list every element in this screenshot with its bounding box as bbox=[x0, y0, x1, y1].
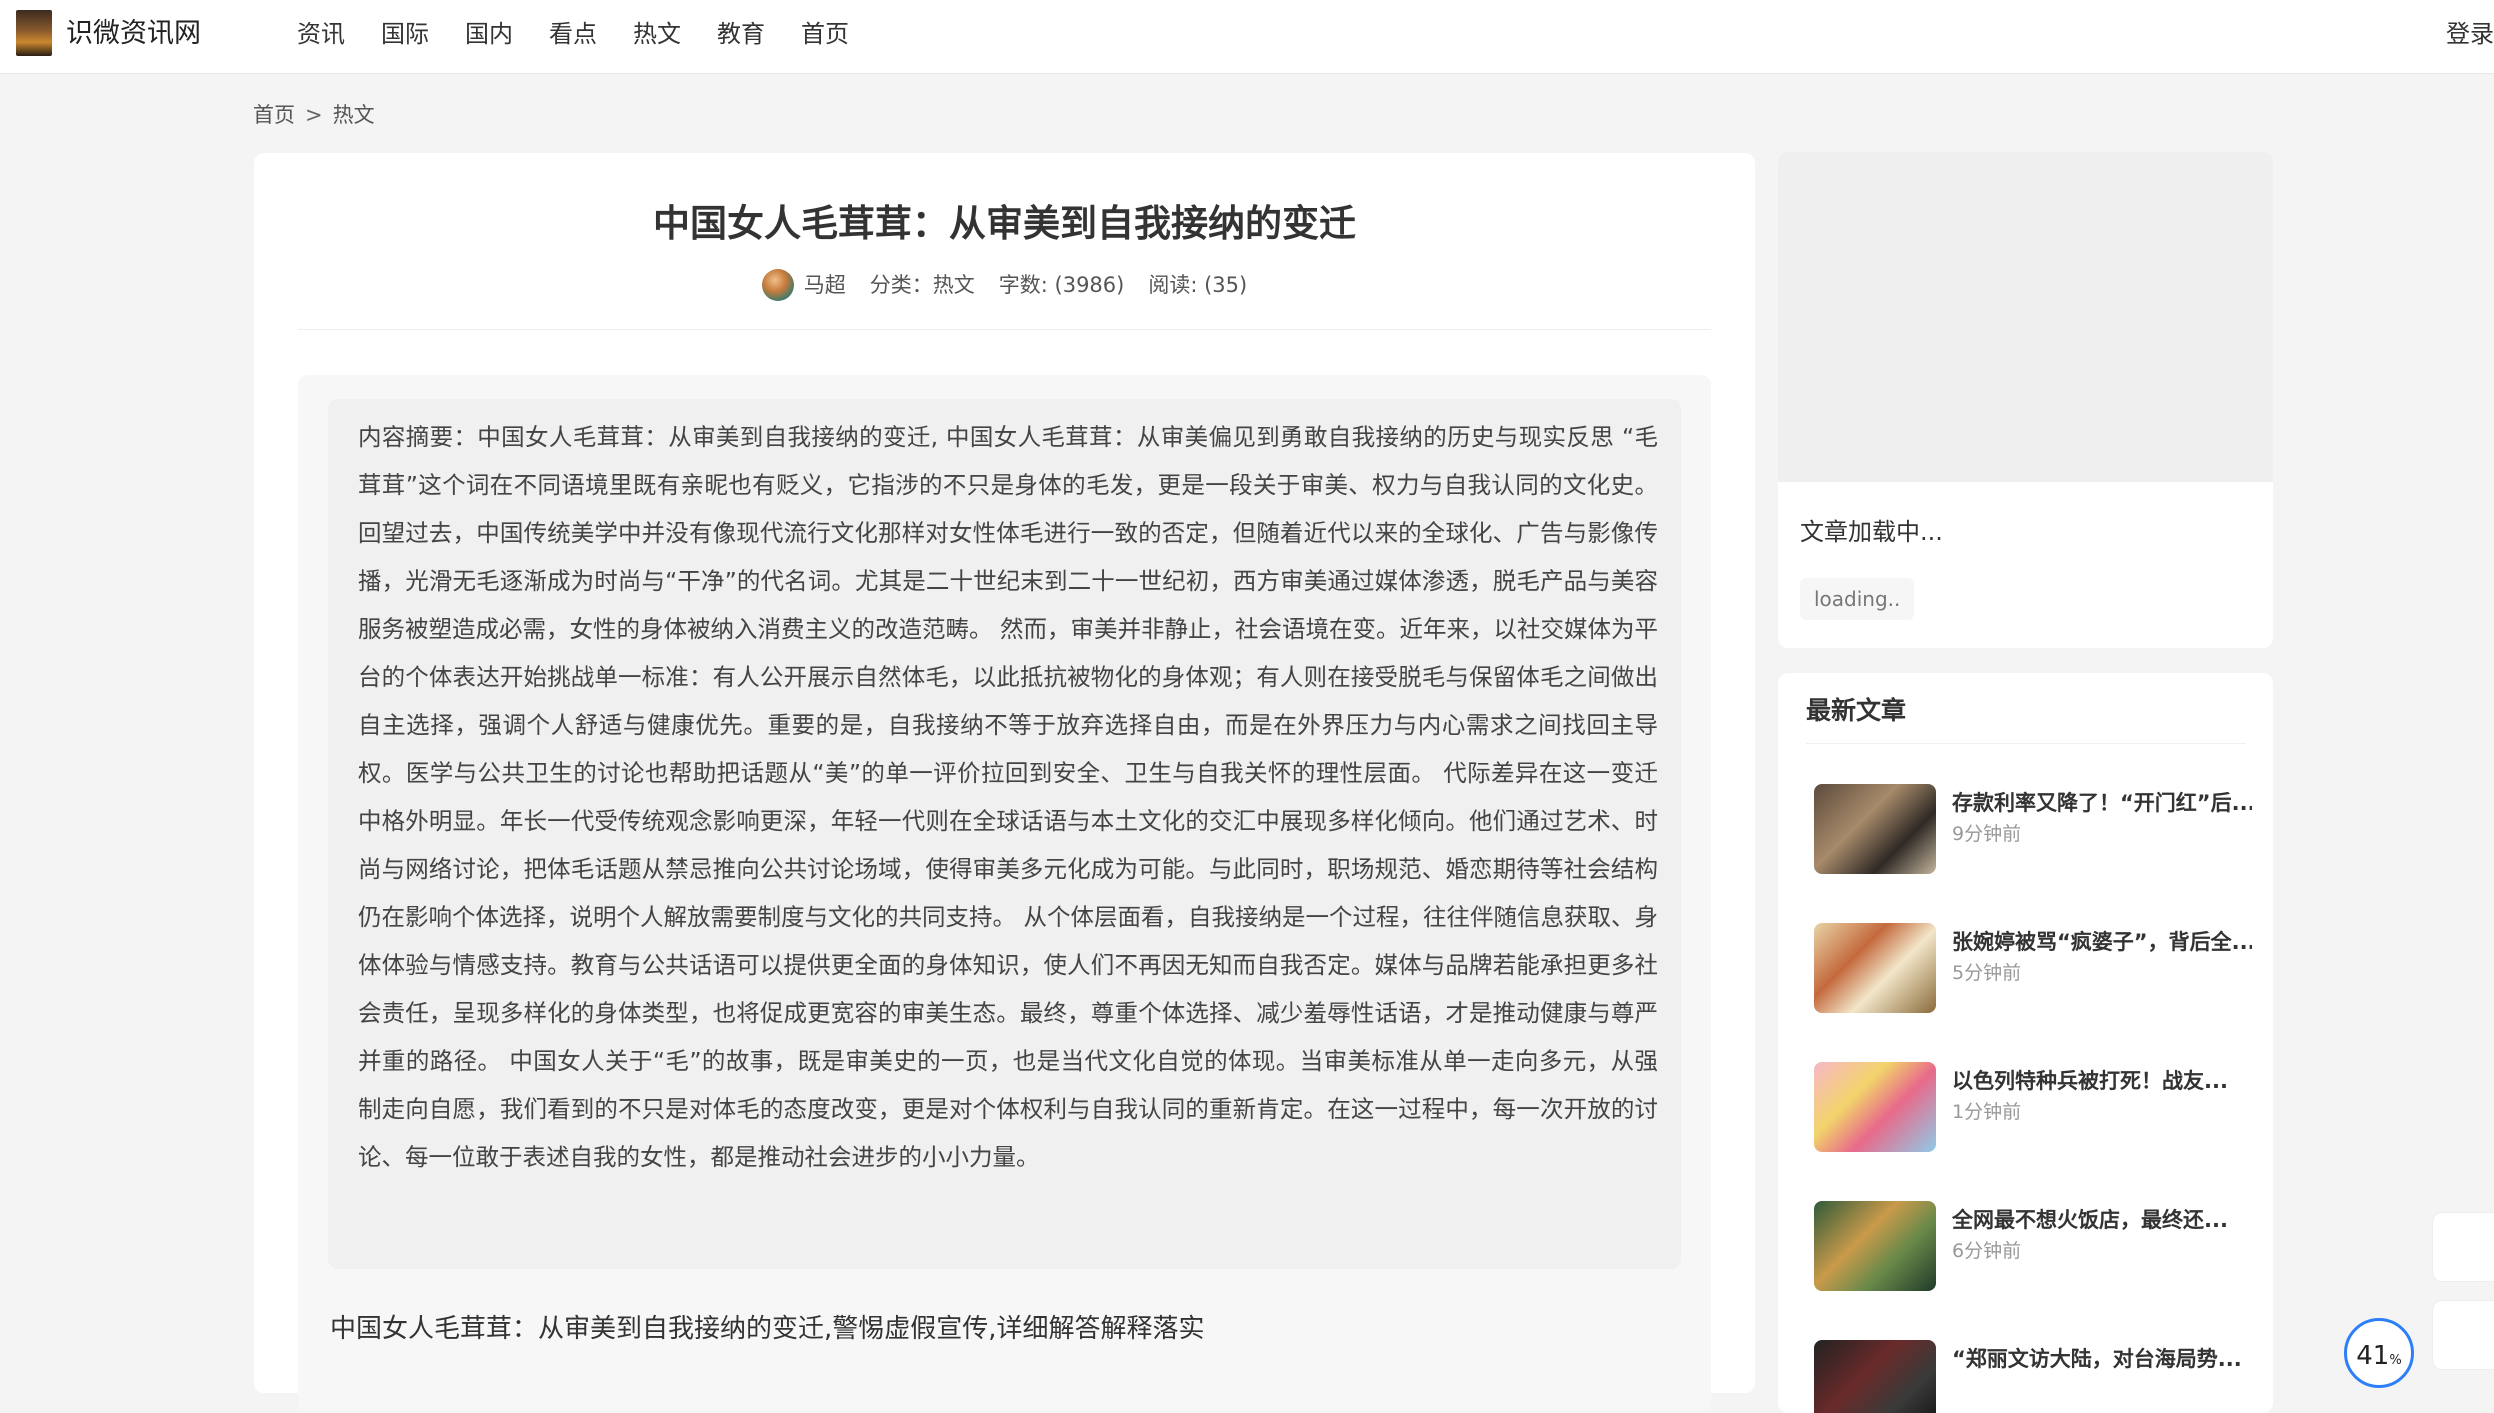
news-thumbnail[interactable] bbox=[1814, 1201, 1936, 1291]
news-item[interactable]: 张婉婷被骂“疯婆子”，背后全... 5分钟前 bbox=[1814, 923, 2254, 1017]
breadcrumb: 首页 > 热文 bbox=[253, 100, 375, 130]
news-item[interactable]: 以色列特种兵被打死！战友... 1分钟前 bbox=[1814, 1062, 2254, 1156]
article-card: 中国女人毛茸茸：从审美到自我接纳的变迁 马超 分类：热文 字数: (3986) … bbox=[254, 153, 1755, 1411]
article-word-count: 字数: (3986) bbox=[998, 273, 1125, 297]
news-title[interactable]: 全网最不想火饭店，最终还... bbox=[1952, 1205, 2252, 1235]
login-link[interactable]: 登录 bbox=[2446, 16, 2494, 52]
news-time: 6分钟前 bbox=[1952, 1240, 2022, 1262]
news-item[interactable]: 存款利率又降了！“开门红”后... 9分钟前 bbox=[1814, 784, 2254, 878]
main-nav: 资讯 国际 国内 看点 热文 教育 首页 bbox=[297, 16, 885, 52]
news-thumbnail[interactable] bbox=[1814, 923, 1936, 1013]
nav-item-highlights[interactable]: 看点 bbox=[549, 16, 597, 52]
image-placeholder bbox=[1778, 152, 2273, 482]
breadcrumb-separator: > bbox=[305, 103, 323, 127]
news-time: 5分钟前 bbox=[1952, 962, 2022, 984]
news-title[interactable]: 张婉婷被骂“疯婆子”，背后全... bbox=[1952, 927, 2252, 957]
latest-divider bbox=[1806, 743, 2246, 744]
site-name[interactable]: 识微资讯网 bbox=[66, 16, 201, 52]
news-title[interactable]: 存款利率又降了！“开门红”后... bbox=[1952, 788, 2252, 818]
article-meta: 马超 分类：热文 字数: (3986) 阅读: (35) bbox=[254, 269, 1755, 301]
nav-item-education[interactable]: 教育 bbox=[717, 16, 765, 52]
news-thumbnail[interactable] bbox=[1814, 784, 1936, 874]
loading-title: 文章加载中... bbox=[1800, 518, 1943, 546]
nav-item-home[interactable]: 首页 bbox=[801, 16, 849, 52]
nav-item-international[interactable]: 国际 bbox=[381, 16, 429, 52]
meta-divider bbox=[298, 329, 1711, 330]
article-summary-box: 内容摘要：中国女人毛茸茸：从审美到自我接纳的变迁, 中国女人毛茸茸：从审美偏见到… bbox=[328, 399, 1681, 1269]
news-title[interactable]: 以色列特种兵被打死！战友... bbox=[1952, 1066, 2252, 1096]
news-time: 9分钟前 bbox=[1952, 823, 2022, 845]
article-read-count: 阅读: (35) bbox=[1148, 273, 1248, 297]
nav-item-news[interactable]: 资讯 bbox=[297, 16, 345, 52]
latest-articles-title: 最新文章 bbox=[1806, 696, 1907, 725]
article-category: 分类：热文 bbox=[869, 273, 975, 297]
news-thumbnail[interactable] bbox=[1814, 1340, 1936, 1413]
news-thumbnail[interactable] bbox=[1814, 1062, 1936, 1152]
breadcrumb-current[interactable]: 热文 bbox=[333, 103, 375, 127]
author-avatar bbox=[761, 269, 794, 301]
article-title: 中国女人毛茸茸：从审美到自我接纳的变迁 bbox=[653, 202, 1356, 245]
article-body-first-line: 中国女人毛茸茸：从审美到自我接纳的变迁,警惕虚假宣传,详细解答解释落实 bbox=[330, 1314, 1205, 1344]
top-header: 识微资讯网 资讯 国际 国内 看点 热文 教育 首页 登录 bbox=[0, 0, 2494, 74]
breadcrumb-home[interactable]: 首页 bbox=[253, 103, 295, 127]
floating-action-button[interactable] bbox=[2432, 1212, 2494, 1282]
latest-articles-card: 最新文章 存款利率又降了！“开门红”后... 9分钟前 张婉婷被骂“疯婆子”，背… bbox=[1778, 673, 2273, 1413]
news-time: 1分钟前 bbox=[1952, 1101, 2022, 1123]
progress-value: 41 bbox=[2356, 1341, 2390, 1371]
author-name[interactable]: 马超 bbox=[804, 270, 846, 300]
nav-item-hot[interactable]: 热文 bbox=[633, 16, 681, 52]
news-item[interactable]: 全网最不想火饭店，最终还... 6分钟前 bbox=[1814, 1201, 2254, 1295]
news-item[interactable]: “郑丽文访大陆，对台海局势... bbox=[1814, 1340, 2254, 1413]
floating-action-button[interactable] bbox=[2432, 1300, 2494, 1370]
article-summary: 内容摘要：中国女人毛茸茸：从审美到自我接纳的变迁, 中国女人毛茸茸：从审美偏见到… bbox=[358, 423, 1658, 1171]
progress-unit: % bbox=[2389, 1353, 2402, 1368]
news-title[interactable]: “郑丽文访大陆，对台海局势... bbox=[1952, 1344, 2252, 1374]
nav-item-domestic[interactable]: 国内 bbox=[465, 16, 513, 52]
sidebar-loading-card: 文章加载中... loading.. bbox=[1778, 152, 2273, 648]
loading-tag: loading.. bbox=[1800, 578, 1915, 620]
site-logo[interactable] bbox=[16, 10, 52, 56]
